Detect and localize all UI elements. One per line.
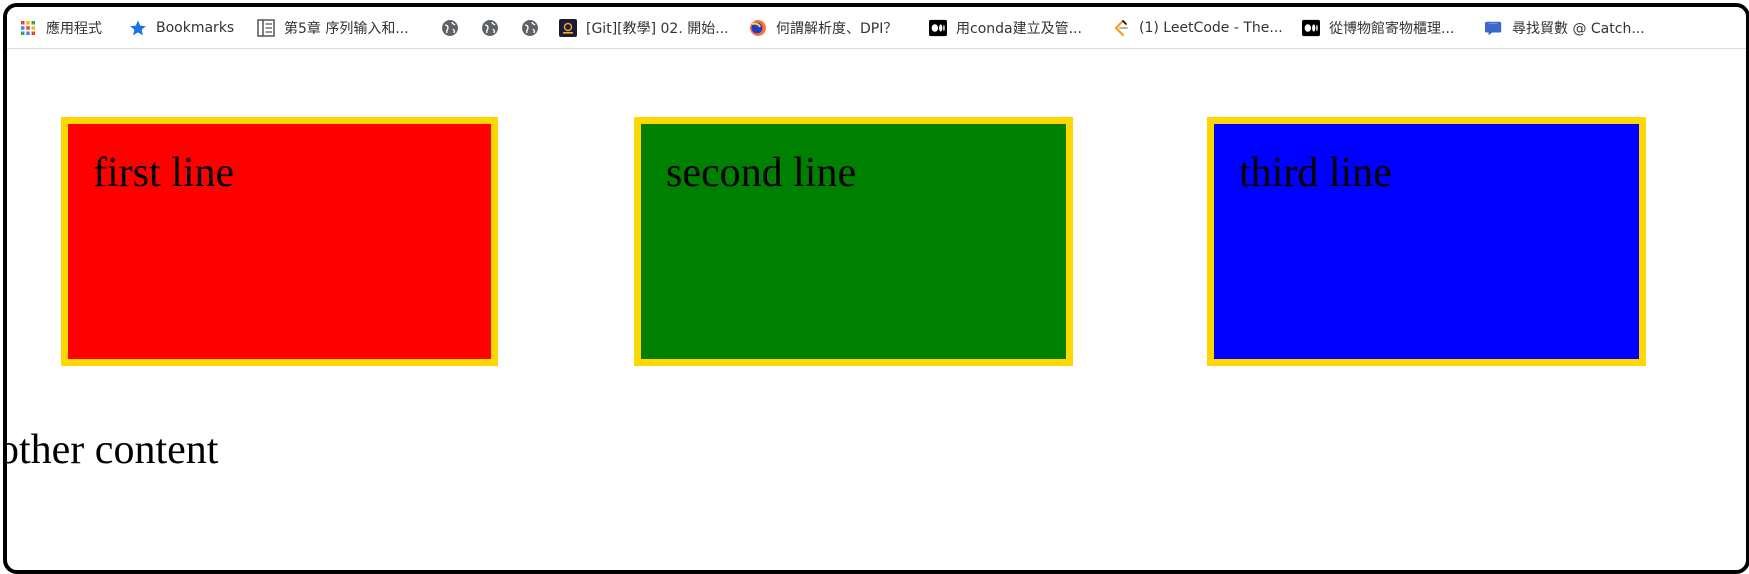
box-text: second line — [666, 150, 857, 196]
bookmark-item[interactable]: [Git][教學] 02. 開始... — [559, 16, 729, 40]
bookmark-label: 何謂解析度、DPI？ — [776, 21, 898, 37]
globe-icon — [521, 19, 539, 37]
site-logo-icon — [559, 19, 577, 37]
other-content-text: other content — [3, 427, 219, 473]
bookmark-item[interactable]: 第5章 序列输入和... — [257, 16, 409, 40]
bookmark-item[interactable]: 從博物館寄物櫃理... — [1302, 16, 1454, 40]
globe-icon — [481, 19, 499, 37]
content-box-second: second line — [634, 117, 1073, 366]
content-box-first: first line — [61, 117, 498, 366]
bookmark-label: 應用程式 — [46, 21, 102, 37]
bookmark-label: Bookmarks — [156, 20, 235, 36]
box-text: first line — [93, 150, 235, 196]
bookmark-label: 尋找貿數 @ Catch... — [1512, 21, 1645, 37]
medium-logo-icon — [1302, 19, 1320, 37]
bookmark-item[interactable]: (1) LeetCode - The... — [1112, 16, 1283, 40]
firefox-logo-icon — [749, 19, 767, 37]
bookmark-item[interactable]: 用conda建立及管... — [929, 16, 1082, 40]
book-icon — [257, 19, 275, 37]
bookmark-item[interactable] — [441, 16, 468, 40]
globe-icon — [441, 19, 459, 37]
box-text: third line — [1239, 150, 1392, 196]
bookmark-item[interactable]: 尋找貿數 @ Catch... — [1485, 16, 1645, 40]
bookmark-label: (1) LeetCode - The... — [1139, 20, 1283, 36]
leetcode-logo-icon — [1112, 19, 1130, 37]
apps-grid-icon — [19, 19, 37, 37]
medium-logo-icon — [929, 19, 947, 37]
bookmark-item[interactable] — [521, 16, 548, 40]
bookmark-label: [Git][教學] 02. 開始... — [586, 21, 729, 37]
bookmark-item[interactable]: 何謂解析度、DPI？ — [749, 16, 897, 40]
star-icon — [129, 19, 147, 37]
bookmark-label: 用conda建立及管... — [956, 21, 1082, 37]
chat-bubble-icon — [1485, 19, 1503, 37]
bookmark-apps[interactable]: 應用程式 — [19, 16, 102, 40]
bookmark-bookmarks[interactable]: Bookmarks — [129, 16, 234, 40]
content-box-third: third line — [1207, 117, 1646, 366]
bookmarks-bar: 應用程式 Bookmarks 第5章 序列输入和... [Git][教學] 02… — [7, 7, 1746, 49]
bookmark-label: 第5章 序列输入和... — [284, 21, 409, 37]
browser-window: 應用程式 Bookmarks 第5章 序列输入和... [Git][教學] 02… — [3, 3, 1749, 574]
bookmark-item[interactable] — [481, 16, 508, 40]
bookmark-label: 從博物館寄物櫃理... — [1329, 21, 1455, 37]
